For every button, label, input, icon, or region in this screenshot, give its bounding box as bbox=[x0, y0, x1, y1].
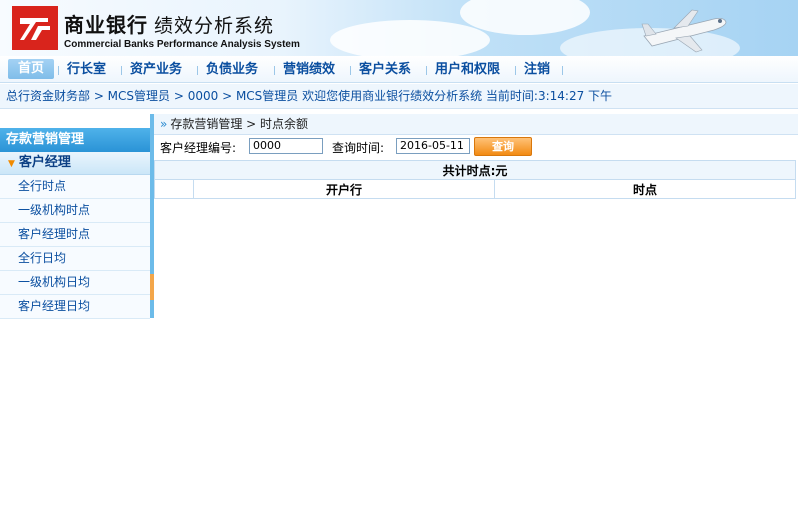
app-header: 商业银行 绩效分析系统 Commercial Banks Performance … bbox=[0, 0, 798, 56]
nav-separator bbox=[426, 66, 427, 75]
bank-logo bbox=[12, 6, 58, 50]
nav-item-president-office[interactable]: 行长室 bbox=[67, 60, 106, 80]
nav-item-customer-relations[interactable]: 客户关系 bbox=[359, 60, 411, 80]
query-form: 客户经理编号: 查询时间: 查询 bbox=[154, 136, 798, 158]
content-path: » 存款营销管理 > 时点余额 bbox=[154, 114, 798, 135]
main-nav: 首页 行长室 资产业务 负债业务 营销绩效 客户关系 用户和权限 注销 bbox=[0, 56, 798, 83]
double-chevron-icon: » bbox=[160, 117, 168, 131]
sidebar-item-branch-point[interactable]: 一级机构时点 bbox=[0, 199, 150, 223]
total-cell: 共计时点:元 bbox=[154, 160, 796, 180]
breadcrumb: 总行资金财务部 > MCS管理员 > 0000 > MCS管理员 欢迎您使用商业… bbox=[0, 84, 798, 109]
nav-item-asset-business[interactable]: 资产业务 bbox=[130, 60, 182, 80]
table-header-row: 开户行 时点 bbox=[154, 179, 796, 199]
total-row: 共计时点:元 bbox=[154, 160, 796, 180]
nav-separator bbox=[515, 66, 516, 75]
app-title-part-b: 绩效分析系统 bbox=[154, 15, 275, 37]
query-button[interactable]: 查询 bbox=[474, 137, 532, 156]
nav-item-home[interactable]: 首页 bbox=[8, 59, 55, 79]
sidebar-item-bank-daily-avg[interactable]: 全行日均 bbox=[0, 247, 150, 271]
nav-item-liability-business[interactable]: 负债业务 bbox=[206, 60, 258, 80]
sidebar-item-bank-point[interactable]: 全行时点 bbox=[0, 175, 150, 199]
content-path-section: 存款营销管理 bbox=[170, 117, 243, 131]
manager-id-input[interactable] bbox=[249, 138, 323, 154]
airplane-icon bbox=[641, 9, 727, 53]
sidebar-group-customer-manager[interactable]: ▼ 客户经理 bbox=[0, 152, 150, 175]
breadcrumb-text: 总行资金财务部 > MCS管理员 > 0000 > MCS管理员 欢迎您使用商业… bbox=[6, 89, 613, 103]
sidebar-collapse-handle[interactable] bbox=[150, 274, 154, 300]
nav-item-marketing-performance[interactable]: 营销绩效 bbox=[283, 60, 335, 80]
app-title-part-a: 商业银行 bbox=[64, 13, 148, 37]
sidebar-item-manager-daily-avg[interactable]: 客户经理日均 bbox=[0, 295, 150, 319]
content-path-page: 时点余额 bbox=[260, 117, 309, 131]
nav-separator bbox=[274, 66, 275, 75]
sidebar: 存款营销管理 ▼ 客户经理 全行时点 一级机构时点 客户经理时点 全行日均 一级机… bbox=[0, 128, 150, 322]
path-separator: > bbox=[242, 117, 261, 131]
app-title: 商业银行 绩效分析系统 bbox=[64, 9, 274, 38]
nav-separator bbox=[197, 66, 198, 75]
caret-down-icon: ▼ bbox=[8, 159, 15, 169]
nav-separator bbox=[350, 66, 351, 75]
column-header-branch: 开户行 bbox=[193, 179, 495, 199]
query-date-label: 查询时间: bbox=[332, 141, 385, 155]
column-header-index bbox=[154, 179, 194, 199]
app-title-en: Commercial Banks Performance Analysis Sy… bbox=[64, 39, 300, 50]
sidebar-section-title: 存款营销管理 bbox=[0, 128, 150, 152]
sidebar-group-label: 客户经理 bbox=[18, 155, 71, 170]
nav-item-users-permissions[interactable]: 用户和权限 bbox=[435, 60, 500, 80]
query-date-input[interactable] bbox=[396, 138, 470, 154]
column-header-point-balance: 时点 bbox=[494, 179, 796, 199]
nav-item-logout[interactable]: 注销 bbox=[524, 60, 550, 80]
logo-icon bbox=[20, 18, 50, 40]
cloud-decoration bbox=[330, 20, 490, 56]
sidebar-item-manager-point[interactable]: 客户经理时点 bbox=[0, 223, 150, 247]
nav-separator bbox=[121, 66, 122, 75]
manager-id-label: 客户经理编号: bbox=[160, 141, 237, 155]
result-table: 共计时点:元 开户行 时点 bbox=[154, 160, 796, 199]
sidebar-item-branch-daily-avg[interactable]: 一级机构日均 bbox=[0, 271, 150, 295]
nav-separator bbox=[58, 66, 59, 75]
nav-separator bbox=[562, 66, 563, 75]
